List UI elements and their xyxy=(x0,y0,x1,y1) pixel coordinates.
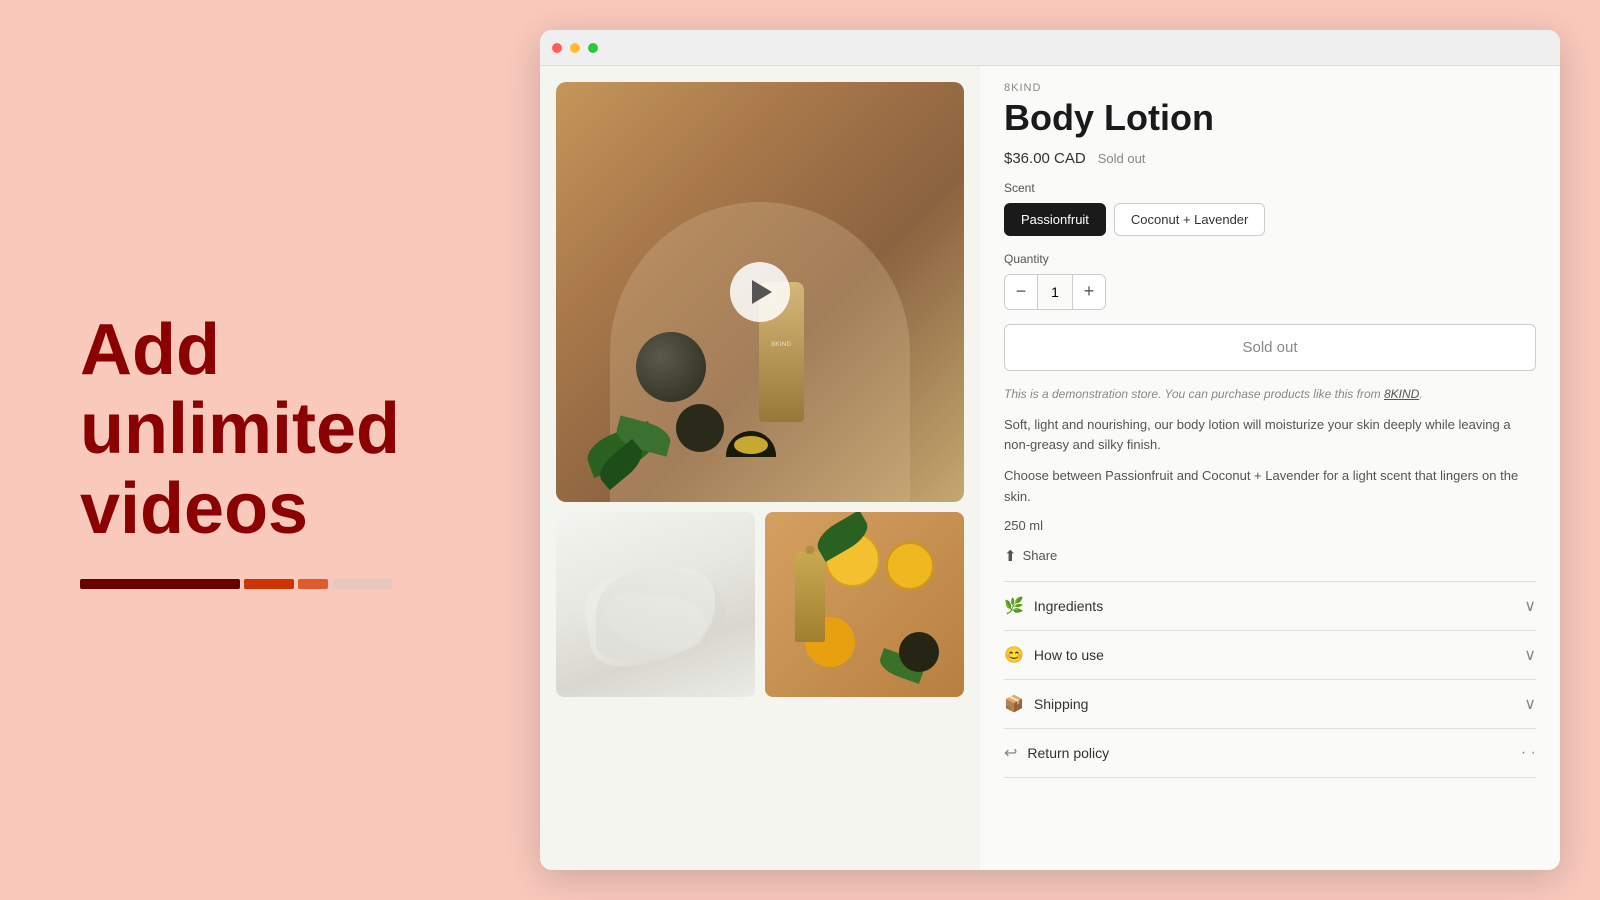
quantity-control: − 1 + xyxy=(1004,274,1106,310)
cream-texture-2 xyxy=(604,591,708,655)
citrus-2 xyxy=(886,542,934,590)
share-label: Share xyxy=(1023,548,1058,563)
how-to-use-label: How to use xyxy=(1034,647,1104,663)
product-details: 8KIND Body Lotion $36.00 CAD Sold out Sc… xyxy=(980,66,1560,870)
demo-link[interactable]: 8KIND xyxy=(1384,387,1419,401)
volume: 250 ml xyxy=(1004,518,1536,533)
left-panel: Add unlimited videos xyxy=(0,251,540,649)
product-gallery: 8KIND xyxy=(540,66,980,870)
scent-label: Scent xyxy=(1004,181,1536,195)
accordion-how-to-use[interactable]: 😊 How to use ∨ xyxy=(1004,630,1536,679)
shipping-icon: 📦 xyxy=(1004,694,1024,714)
ingredients-chevron: ∨ xyxy=(1524,596,1536,616)
brand-label: 8KIND xyxy=(1004,82,1536,94)
progress-seg-red xyxy=(244,579,294,589)
progress-seg-light xyxy=(332,579,392,589)
play-button[interactable] xyxy=(730,262,790,322)
browser-content: 8KIND xyxy=(540,66,1560,870)
share-icon: ⬆ xyxy=(1004,547,1017,565)
thumbnail-row xyxy=(556,512,964,697)
quantity-label: Quantity xyxy=(1004,252,1536,266)
demo-notice: This is a demonstration store. You can p… xyxy=(1004,385,1536,403)
progress-seg-orange xyxy=(298,579,328,589)
hero-line-2: unlimited xyxy=(80,389,400,469)
ingredients-label: Ingredients xyxy=(1034,598,1103,614)
hero-line-3: videos xyxy=(80,469,308,549)
play-triangle-icon xyxy=(752,280,772,304)
ingredients-icon: 🌿 xyxy=(1004,596,1024,616)
progress-seg-dark xyxy=(80,579,240,589)
browser-close-dot xyxy=(552,43,562,53)
browser-toolbar xyxy=(540,30,1560,66)
product-description-1: Soft, light and nourishing, our body lot… xyxy=(1004,415,1536,457)
return-label: Return policy xyxy=(1027,745,1109,761)
sold-out-badge: Sold out xyxy=(1098,151,1146,166)
quantity-row: − 1 + xyxy=(1004,274,1536,310)
main-video[interactable]: 8KIND xyxy=(556,82,964,502)
progress-bar xyxy=(80,579,460,589)
thumb-passion xyxy=(899,632,939,672)
sold-out-button[interactable]: Sold out xyxy=(1004,324,1536,371)
price-row: $36.00 CAD Sold out xyxy=(1004,150,1536,167)
accordion-ingredients[interactable]: 🌿 Ingredients ∨ xyxy=(1004,581,1536,630)
product-title: Body Lotion xyxy=(1004,98,1536,138)
share-row[interactable]: ⬆ Share xyxy=(1004,547,1536,565)
product-description-2: Choose between Passionfruit and Coconut … xyxy=(1004,466,1536,508)
cream-thumbnail[interactable] xyxy=(556,512,755,697)
hero-line-1: Add xyxy=(80,310,220,390)
quantity-decrease[interactable]: − xyxy=(1005,275,1037,309)
quantity-increase[interactable]: + xyxy=(1073,275,1105,309)
bottle-small xyxy=(795,552,825,642)
accordion-return-policy[interactable]: ↩ Return policy · · xyxy=(1004,728,1536,778)
price: $36.00 CAD xyxy=(1004,150,1086,167)
browser-maximize-dot xyxy=(588,43,598,53)
return-chevron: · · xyxy=(1521,744,1536,762)
how-to-use-chevron: ∨ xyxy=(1524,645,1536,665)
how-to-use-icon: 😊 xyxy=(1004,645,1024,665)
shipping-chevron: ∨ xyxy=(1524,694,1536,714)
browser-minimize-dot xyxy=(570,43,580,53)
video-overlay xyxy=(556,82,964,502)
hero-title: Add unlimited videos xyxy=(80,311,460,549)
accordion-shipping[interactable]: 📦 Shipping ∨ xyxy=(1004,679,1536,728)
scent-options: Passionfruit Coconut + Lavender xyxy=(1004,203,1536,236)
scent-passionfruit[interactable]: Passionfruit xyxy=(1004,203,1106,236)
browser-window: 8KIND xyxy=(540,30,1560,870)
bottle-small-top xyxy=(806,546,814,554)
return-icon: ↩ xyxy=(1004,743,1017,763)
quantity-value: 1 xyxy=(1037,275,1073,309)
scent-coconut-lavender[interactable]: Coconut + Lavender xyxy=(1114,203,1265,236)
shipping-label: Shipping xyxy=(1034,696,1089,712)
fruits-thumbnail[interactable] xyxy=(765,512,964,697)
